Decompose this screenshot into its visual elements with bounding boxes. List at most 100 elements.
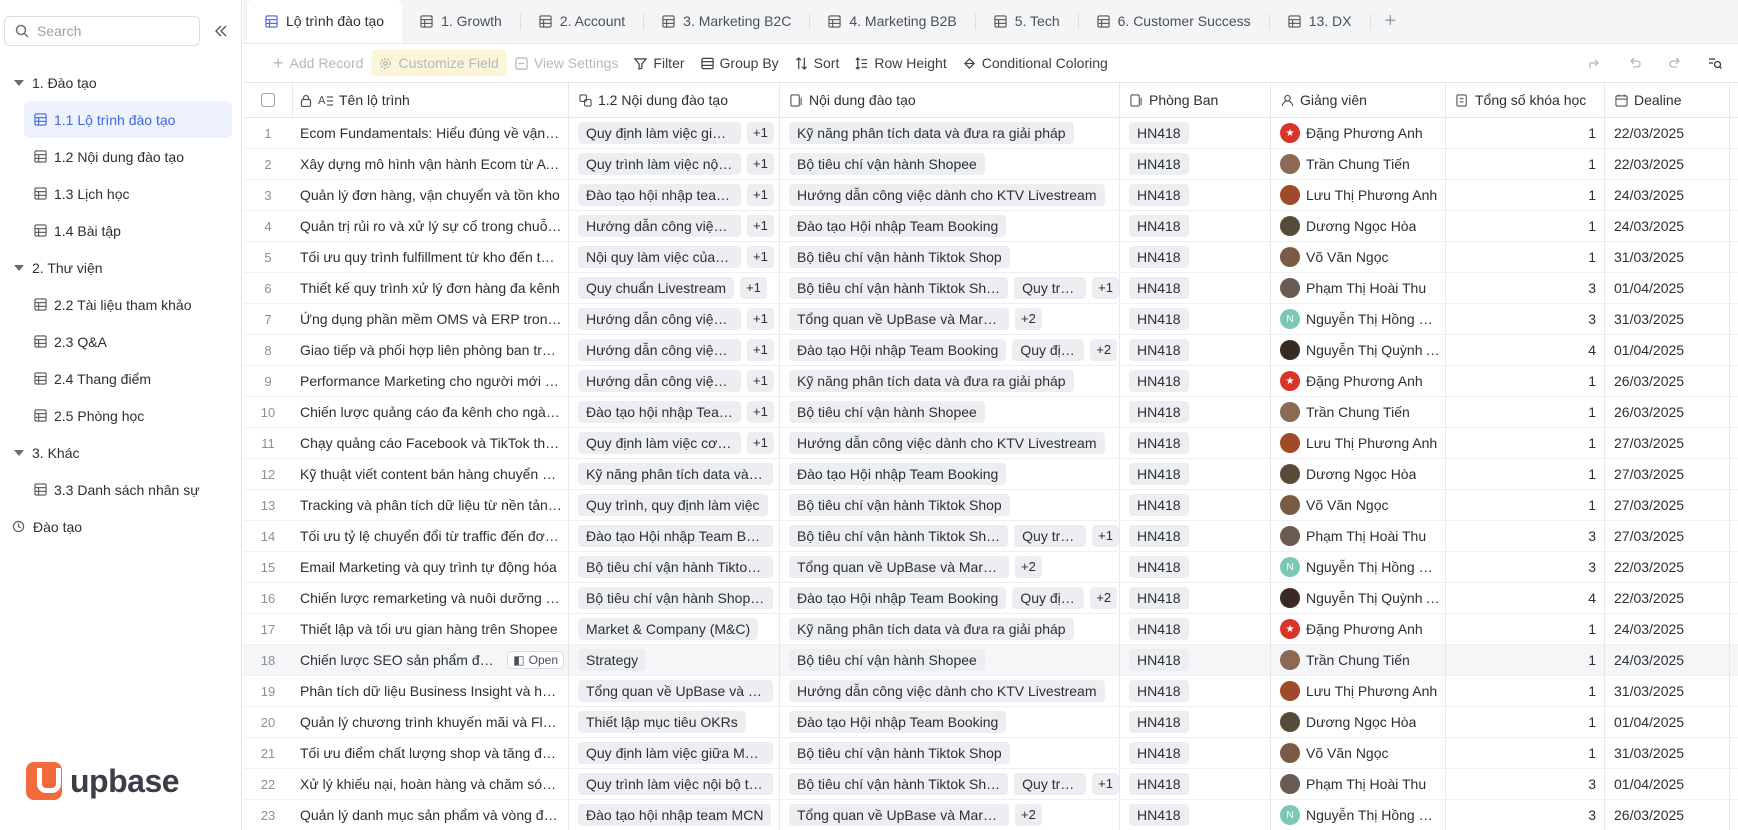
table-row[interactable]: 1 Ecom Fundamentals: Hiểu đúng về vận hàn… — [243, 118, 1738, 149]
table-row[interactable]: 12 Kỹ thuật viết content bán hàng chuyển … — [243, 459, 1738, 490]
cell-courses[interactable]: 1 — [1446, 397, 1605, 427]
cell-deadline[interactable]: 01/04/2025 — [1605, 335, 1730, 365]
cell-name[interactable]: Chiến lược quảng cáo đa kênh cho ngành h… — [293, 397, 569, 427]
col-header-teacher[interactable]: Giảng viên — [1271, 83, 1446, 117]
table-row[interactable]: 15 Email Marketing và quy trình tự động h… — [243, 552, 1738, 583]
sidebar-item-dao-tao[interactable]: Đào tạo — [0, 508, 242, 545]
cell-teacher[interactable]: ★ Đặng Phương Anh — [1271, 118, 1446, 148]
table-row[interactable]: 5 Tối ưu quy trình fulfillment từ kho đến… — [243, 242, 1738, 273]
table-row[interactable]: 14 Tối ưu tỷ lệ chuyển đổi từ traffic đến… — [243, 521, 1738, 552]
tab-view[interactable]: 4. Marketing B2B — [810, 0, 974, 43]
cell-teacher[interactable]: Phạm Thị Hoài Thu — [1271, 769, 1446, 799]
cell-courses[interactable]: 1 — [1446, 149, 1605, 179]
cell-dept[interactable]: HN418 — [1120, 769, 1271, 799]
cell-content[interactable]: Kỹ năng phân tích data và đưa ra giải ph… — [780, 366, 1120, 396]
cell-content[interactable]: Đào tạo Hội nhập Team BookingQuy định là… — [780, 583, 1120, 613]
tab-view[interactable]: 2. Account — [521, 0, 643, 43]
table-row[interactable]: 2 Xây dựng mô hình vận hành Ecom từ A đến… — [243, 149, 1738, 180]
cell-deadline[interactable]: 26/03/2025 — [1605, 366, 1730, 396]
cell-teacher[interactable]: Nguyễn Thị Quỳnh Anh — [1271, 335, 1446, 365]
cell-name[interactable]: Tối ưu tỷ lệ chuyển đổi từ traffic đến đ… — [293, 521, 569, 551]
search-input[interactable] — [37, 23, 187, 39]
cell-deadline[interactable]: 26/03/2025 — [1605, 397, 1730, 427]
cell-content[interactable]: Hướng dẫn công việc dành cho KTV Livestr… — [780, 428, 1120, 458]
cell-courses[interactable]: 1 — [1446, 645, 1605, 675]
table-row[interactable]: 4 Quản trị rủi ro và xử lý sự cố trong ch… — [243, 211, 1738, 242]
cell-content-link[interactable]: Tổng quan về UpBase và Marketing B2B — [569, 676, 780, 706]
search-records-icon[interactable] — [1702, 50, 1728, 76]
table-row[interactable]: 9 Performance Marketing cho người mới bắt… — [243, 366, 1738, 397]
cell-name[interactable]: Quản trị rủi ro và xử lý sự cố trong chu… — [293, 211, 569, 241]
sidebar-item[interactable]: 2.5 Phòng học — [24, 397, 232, 434]
collapse-sidebar-icon[interactable] — [212, 22, 230, 40]
cell-name[interactable]: Ứng dụng phần mềm OMS và ERP trong vận h… — [293, 304, 569, 334]
cell-deadline[interactable]: 22/03/2025 — [1605, 118, 1730, 148]
cell-content-link[interactable]: Quy định làm việc cơ bản +1 — [569, 428, 780, 458]
col-header-deadline[interactable]: Dealine — [1605, 83, 1730, 117]
cell-dept[interactable]: HN418 — [1120, 521, 1271, 551]
cell-dept[interactable]: HN418 — [1120, 459, 1271, 489]
sidebar-item[interactable]: 1.3 Lịch học — [24, 175, 232, 212]
cell-content[interactable]: Đào tạo Hội nhập Team Booking — [780, 707, 1120, 737]
cell-deadline[interactable]: 27/03/2025 — [1605, 490, 1730, 520]
cell-dept[interactable]: HN418 — [1120, 335, 1271, 365]
cell-name[interactable]: Chiến lược SEO sản phẩm để tăng ◧ Open — [293, 645, 569, 675]
cell-courses[interactable]: 3 — [1446, 552, 1605, 582]
cell-dept[interactable]: HN418 — [1120, 273, 1271, 303]
cell-teacher[interactable]: Dương Ngọc Hòa — [1271, 459, 1446, 489]
cell-name[interactable]: Email Marketing và quy trình tự động hóa — [293, 552, 569, 582]
cell-name[interactable]: Tracking và phân tích dữ liệu từ nền tản… — [293, 490, 569, 520]
cell-content-link[interactable]: Bộ tiêu chí vận hành Shopee — [569, 583, 780, 613]
cell-courses[interactable]: 1 — [1446, 118, 1605, 148]
cell-dept[interactable]: HN418 — [1120, 614, 1271, 644]
cell-name[interactable]: Kỹ thuật viết content bán hàng chuyển đổ… — [293, 459, 569, 489]
cell-content[interactable]: Bộ tiêu chí vận hành Tiktok Shop Quy trìn… — [780, 521, 1120, 551]
table-row[interactable]: 21 Tối ưu điểm chất lượng shop và tăng đá… — [243, 738, 1738, 769]
cell-teacher[interactable]: Nguyễn Thị Quỳnh Anh — [1271, 583, 1446, 613]
cell-content-link[interactable]: Đào tạo Hội nhập Team Booking — [569, 521, 780, 551]
cell-teacher[interactable]: Lưu Thị Phương Anh — [1271, 180, 1446, 210]
cell-name[interactable]: Chiến lược remarketing và nuôi dưỡng khá… — [293, 583, 569, 613]
cell-deadline[interactable]: 31/03/2025 — [1605, 304, 1730, 334]
sidebar-group[interactable]: 3. Khác — [0, 434, 242, 471]
col-header-name[interactable]: A Tên lộ trình — [293, 83, 569, 117]
cell-teacher[interactable]: Lưu Thị Phương Anh — [1271, 428, 1446, 458]
cell-courses[interactable]: 1 — [1446, 366, 1605, 396]
cell-courses[interactable]: 1 — [1446, 490, 1605, 520]
cell-content[interactable]: Kỹ năng phân tích data và đưa ra giải ph… — [780, 614, 1120, 644]
cell-content-link[interactable]: Đào tạo hội nhập Team Booking +1 — [569, 397, 780, 427]
cell-deadline[interactable]: 27/03/2025 — [1605, 428, 1730, 458]
cell-content[interactable]: Tổng quan về UpBase và Marketing B2B +2 — [780, 304, 1120, 334]
cell-content-link[interactable]: Quy trình làm việc nội bộ team +1 — [569, 149, 780, 179]
search-box[interactable] — [4, 16, 200, 46]
cell-content-link[interactable]: Strategy — [569, 645, 780, 675]
cell-deadline[interactable]: 01/04/2025 — [1605, 707, 1730, 737]
col-header-content-link[interactable]: 1.2 Nội dung đào tạo — [569, 83, 780, 117]
cell-content[interactable]: Bộ tiêu chí vận hành Tiktok Shop — [780, 738, 1120, 768]
cell-teacher[interactable]: Võ Văn Ngọc — [1271, 738, 1446, 768]
conditional-coloring-button[interactable]: Conditional Coloring — [955, 50, 1116, 76]
cell-content-link[interactable]: Quy trình làm việc nội bộ team — [569, 769, 780, 799]
tab-view[interactable]: 13. DX — [1270, 0, 1370, 43]
cell-content[interactable]: Đào tạo Hội nhập Team Booking — [780, 211, 1120, 241]
cell-teacher[interactable]: ★ Đặng Phương Anh — [1271, 366, 1446, 396]
cell-dept[interactable]: HN418 — [1120, 490, 1271, 520]
tab-view[interactable]: 6. Customer Success — [1079, 0, 1269, 43]
cell-name[interactable]: Xây dựng mô hình vận hành Ecom từ A đến … — [293, 149, 569, 179]
table-row[interactable]: 6 Thiết kế quy trình xử lý đơn hàng đa kê… — [243, 273, 1738, 304]
sort-button[interactable]: Sort — [787, 50, 848, 76]
cell-name[interactable]: Ecom Fundamentals: Hiểu đúng về vận hành… — [293, 118, 569, 148]
sidebar-item[interactable]: 1.1 Lộ trình đào tạo — [24, 101, 232, 138]
cell-content[interactable]: Bộ tiêu chí vận hành Tiktok Shop Quy trìn… — [780, 273, 1120, 303]
cell-teacher[interactable]: Võ Văn Ngọc — [1271, 490, 1446, 520]
cell-teacher[interactable]: Phạm Thị Hoài Thu — [1271, 521, 1446, 551]
cell-content-link[interactable]: Hướng dẫn công việc KTV +1 — [569, 211, 780, 241]
cell-name[interactable]: Tối ưu quy trình fulfillment từ kho đến … — [293, 242, 569, 272]
cell-courses[interactable]: 1 — [1446, 614, 1605, 644]
cell-dept[interactable]: HN418 — [1120, 676, 1271, 706]
share-icon[interactable] — [1582, 50, 1608, 76]
cell-dept[interactable]: HN418 — [1120, 707, 1271, 737]
table-row[interactable]: 13 Tracking và phân tích dữ liệu từ nền t… — [243, 490, 1738, 521]
cell-name[interactable]: Thiết lập và tối ưu gian hàng trên Shope… — [293, 614, 569, 644]
table-row[interactable]: 11 Chạy quảng cáo Facebook và TikTok thế … — [243, 428, 1738, 459]
